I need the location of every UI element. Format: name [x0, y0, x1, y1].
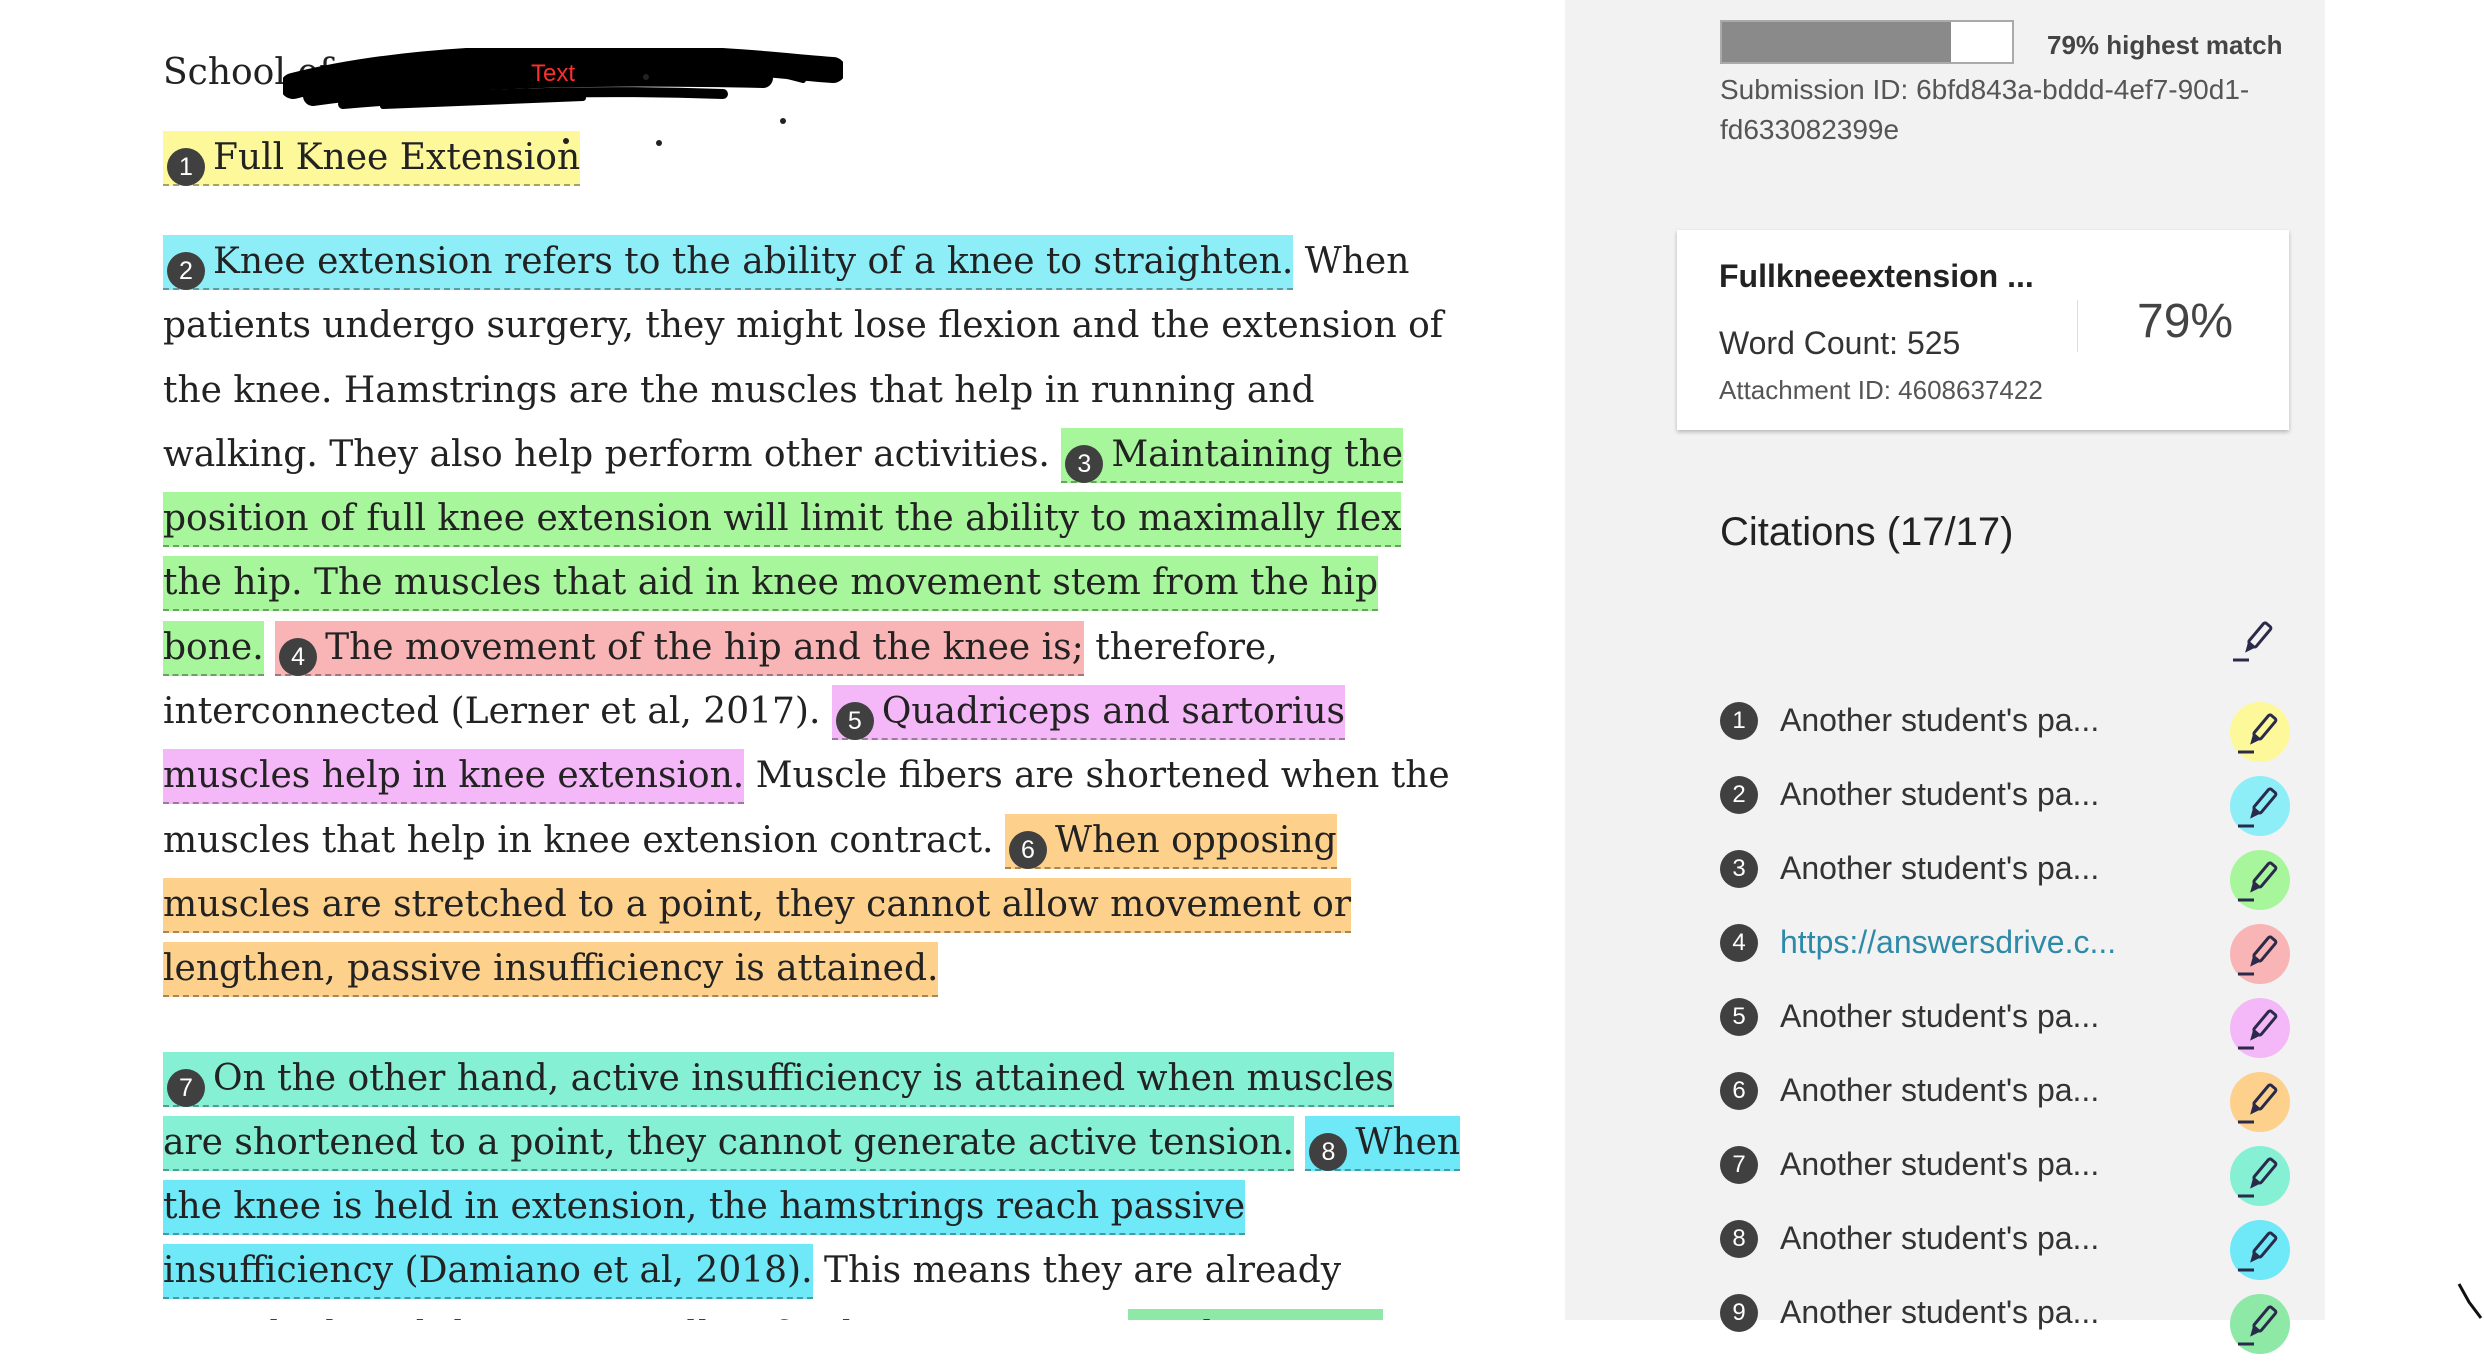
attachment-id: Attachment ID: 4608637422 [1719, 375, 2043, 405]
match-marker[interactable]: 2 [167, 252, 205, 290]
highest-match-bar [1720, 20, 2014, 64]
citation-label: Another student's pa... [1780, 850, 2100, 886]
corner-mark [2457, 1283, 2483, 1319]
stray-dot [563, 138, 569, 144]
citation-label: Another student's pa... [1780, 1072, 2100, 1108]
matched-text: On the other hand, active insufficiency … [163, 1057, 1394, 1163]
citation-item[interactable]: 9 Another student's pa... [1720, 1292, 2290, 1366]
attachment-card[interactable]: Fullkneeextension ... Word Count: 525 At… [1677, 230, 2289, 430]
document-paragraph: 2 Knee extension refers to the ability of… [163, 230, 1463, 1002]
stray-dot [643, 74, 649, 80]
document-title: 1 Full Knee Extension [163, 126, 1463, 190]
highlighter-pen-icon[interactable] [2230, 850, 2290, 910]
citations-title: Citations (17/17) [1720, 510, 2014, 554]
document-paragraph: 7 On the other hand, active insufficiency… [163, 1047, 1463, 1320]
highlighter-pen-icon[interactable] [2227, 612, 2283, 668]
match-marker[interactable]: 1 [167, 148, 205, 186]
match-marker[interactable]: 3 [1065, 444, 1104, 483]
document-viewer: School of Text 1 Full Knee Extension 2 Kne… [0, 0, 1565, 1320]
highlighter-pen-icon[interactable] [2230, 924, 2290, 984]
citation-label: Another student's pa... [1780, 998, 2100, 1034]
citation-link[interactable]: https://answersdrive.c... [1780, 924, 2116, 961]
similarity-panel: 79% highest match Submission ID: 6bfd843… [1565, 0, 2325, 1354]
match-marker[interactable]: 7 [167, 1068, 205, 1107]
highlighter-pen-icon[interactable] [2230, 776, 2290, 836]
highest-match-label: 79% highest match [2047, 30, 2283, 60]
highlighter-pen-icon[interactable] [2230, 1146, 2290, 1206]
match-highlight-1[interactable]: 1 Full Knee Extension [163, 131, 581, 186]
citation-item[interactable]: 4 https://answersdrive.c... [1720, 922, 2290, 996]
citation-label: Another student's pa... [1780, 776, 2100, 812]
document-body: 2 Knee extension refers to the ability of… [163, 230, 1463, 1320]
citation-number: 8 [1720, 1220, 1758, 1258]
match-highlight-4[interactable]: 4 The movement of the hip and the knee is… [275, 620, 1084, 676]
document-text: School of Text 1 Full Knee Extension 2 Kne… [163, 40, 1463, 1320]
highest-match-fill [1722, 22, 1952, 62]
highlighter-pen-icon[interactable] [2230, 1072, 2290, 1132]
citations-list: 1 Another student's pa... 2 Another student… [1720, 700, 2290, 1366]
attachment-similarity-percent: 79% [2137, 295, 2234, 348]
attachment-title: Fullkneeextension ... [1719, 258, 2034, 294]
school-header: School of Text [163, 40, 1463, 146]
match-marker[interactable]: 5 [835, 702, 874, 741]
citation-label: Another student's pa... [1780, 1220, 2100, 1256]
citation-label: Another student's pa... [1780, 1146, 2100, 1182]
plain-text [264, 627, 275, 668]
citation-item[interactable]: 5 Another student's pa... [1720, 996, 2290, 1070]
citation-number: 3 [1720, 850, 1758, 888]
citation-item[interactable]: 8 Another student's pa... [1720, 1218, 2290, 1292]
highlighter-pen-icon[interactable] [2230, 1294, 2290, 1354]
citation-item[interactable]: 6 Another student's pa... [1720, 1070, 2290, 1144]
stray-dot [780, 118, 786, 124]
citation-label: Another student's pa... [1780, 702, 2100, 738]
citation-number: 2 [1720, 776, 1758, 814]
highlighter-pen-icon[interactable] [2230, 702, 2290, 762]
citation-number: 9 [1720, 1294, 1758, 1332]
matched-text: The movement of the hip and the knee is; [325, 626, 1084, 668]
citation-label: Another student's pa... [1780, 1294, 2100, 1330]
matched-text: Knee extension refers to the ability of … [213, 241, 1294, 282]
citation-item[interactable]: 3 Another student's pa... [1720, 848, 2290, 922]
match-highlight-7[interactable]: 7 On the other hand, active insufficiency… [163, 1051, 1394, 1171]
word-count: Word Count: 525 [1719, 325, 1961, 361]
redaction-label: Text [531, 60, 576, 87]
citation-item[interactable]: 2 Another student's pa... [1720, 774, 2290, 848]
match-marker[interactable]: 4 [279, 637, 318, 676]
citation-number: 5 [1720, 998, 1758, 1036]
match-highlight-2[interactable]: 2 Knee extension refers to the ability of… [163, 235, 1294, 290]
highlighter-pen-icon[interactable] [2230, 1220, 2290, 1280]
citation-number: 7 [1720, 1146, 1758, 1184]
stray-dot [656, 140, 662, 146]
citation-number: 1 [1720, 702, 1758, 740]
citation-number: 4 [1720, 924, 1758, 962]
citation-number: 6 [1720, 1072, 1758, 1110]
match-marker[interactable]: 8 [1309, 1132, 1348, 1171]
highlighter-pen-icon[interactable] [2230, 998, 2290, 1058]
plain-text [1294, 1122, 1305, 1163]
submission-id: Submission ID: 6bfd843a-bddd-4ef7-90d1-f… [1720, 74, 2250, 145]
card-divider [2077, 300, 2078, 352]
citation-item[interactable]: 1 Another student's pa... [1720, 700, 2290, 774]
citation-item[interactable]: 7 Another student's pa... [1720, 1144, 2290, 1218]
match-marker[interactable]: 6 [1008, 830, 1047, 869]
